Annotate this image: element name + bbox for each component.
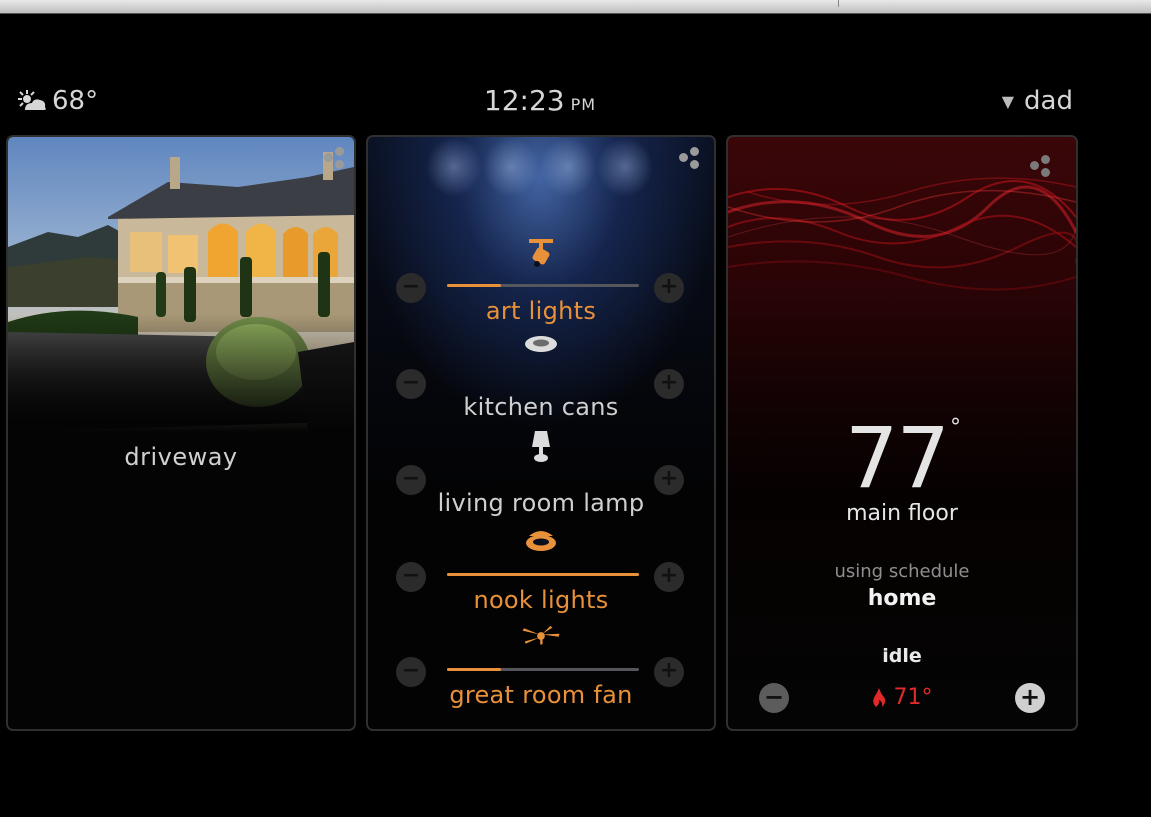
art-lights-level-fill — [447, 284, 501, 287]
card-options-icon[interactable] — [679, 147, 709, 177]
light-name[interactable]: living room lamp — [368, 489, 714, 517]
light-name[interactable]: kitchen cans — [368, 393, 714, 421]
spotlight-icon — [521, 237, 561, 271]
ceiling-glow — [483, 137, 539, 197]
nook-lights-level-bar[interactable] — [447, 573, 639, 576]
lamp-icon — [521, 429, 561, 463]
current-temperature: 77° — [728, 409, 1076, 507]
light-row-living-room-lamp: − + living room lamp — [368, 429, 714, 524]
ceiling-glow — [597, 137, 653, 197]
ceiling-fan-icon — [521, 621, 561, 655]
clock-time: 12:23 — [483, 84, 565, 117]
user-name: dad — [1024, 86, 1073, 116]
nook-lights-level-fill — [447, 573, 639, 576]
user-menu[interactable]: ▼ dad — [1002, 86, 1073, 116]
flame-icon — [872, 687, 885, 707]
window-top-strip — [0, 0, 1151, 14]
lights-card: − + art lights − + kitchen cans − + livi… — [366, 135, 716, 731]
pendant-light-icon — [521, 526, 561, 560]
camera-card-driveway[interactable]: driveway — [6, 135, 356, 731]
setpoint-increase-button[interactable]: + — [1015, 683, 1045, 713]
degree-symbol: ° — [949, 415, 961, 440]
card-options-icon[interactable] — [324, 147, 354, 177]
thermostat-card[interactable]: 77° main floor using schedule home idle … — [726, 135, 1078, 731]
camera-label: driveway — [124, 443, 238, 471]
light-name[interactable]: nook lights — [368, 586, 714, 614]
light-row-great-room-fan: − + great room fan — [368, 621, 714, 716]
schedule-caption: using schedule — [834, 561, 970, 582]
art-lights-level-bar[interactable] — [447, 284, 639, 287]
great-room-fan-level-fill — [447, 668, 501, 671]
driveway-camera-image[interactable] — [8, 137, 354, 432]
clock: 12:23 PM — [0, 84, 1080, 117]
thermostat-zone: main floor — [846, 501, 958, 526]
setpoint-value: 71° — [893, 685, 933, 710]
strip-divider — [838, 0, 839, 7]
great-room-fan-level-bar[interactable] — [447, 668, 639, 671]
light-name[interactable]: great room fan — [368, 681, 714, 709]
card-options-icon[interactable] — [1030, 155, 1060, 185]
heat-wave-graphic — [728, 177, 1076, 291]
caret-down-icon: ▼ — [1001, 91, 1015, 111]
hvac-state: idle — [882, 645, 922, 667]
light-name[interactable]: art lights — [368, 297, 714, 325]
light-row-art-lights: − + art lights — [368, 237, 714, 332]
light-row-nook-lights: − + nook lights — [368, 526, 714, 621]
temperature-value: 77 — [845, 409, 950, 507]
ceiling-glow — [426, 137, 482, 197]
recessed-light-icon — [521, 333, 561, 367]
schedule-name[interactable]: home — [728, 586, 1076, 611]
ceiling-glow — [540, 137, 596, 197]
light-row-kitchen-cans: − + kitchen cans — [368, 333, 714, 428]
clock-ampm: PM — [570, 95, 597, 114]
